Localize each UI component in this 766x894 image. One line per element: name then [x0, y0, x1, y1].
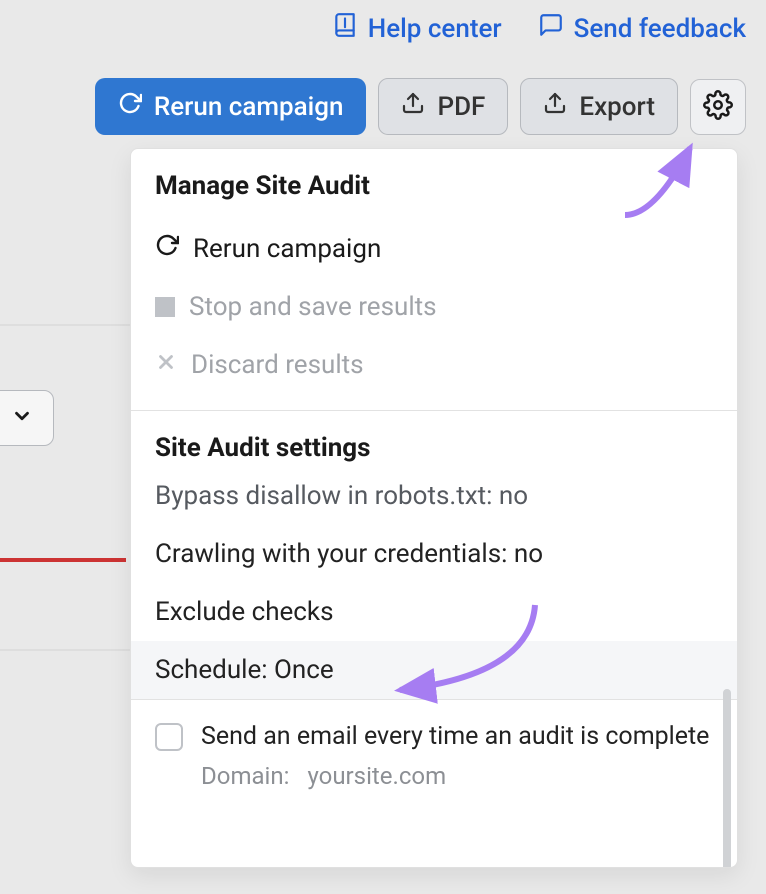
- export-button[interactable]: Export: [520, 78, 678, 135]
- setting-bypass-robots[interactable]: Bypass disallow in robots.txt: no: [131, 481, 737, 525]
- chevron-down-icon: [11, 405, 33, 431]
- export-label: Export: [579, 92, 655, 122]
- stop-save-label: Stop and save results: [189, 292, 437, 322]
- pdf-label: PDF: [437, 92, 485, 122]
- feedback-icon: [538, 12, 564, 45]
- setting-credentials[interactable]: Crawling with your credentials: no: [131, 525, 737, 583]
- domain-value: yoursite.com: [307, 762, 446, 790]
- discard-results-item: Discard results: [155, 336, 713, 394]
- manage-site-audit-title: Manage Site Audit: [155, 171, 713, 201]
- upload-icon: [543, 91, 567, 122]
- upload-icon: [401, 91, 425, 122]
- rerun-campaign-label: Rerun campaign: [154, 92, 344, 122]
- domain-label: Domain:: [201, 762, 289, 790]
- settings-button[interactable]: [690, 79, 746, 135]
- refresh-icon: [155, 233, 179, 264]
- stop-save-item: Stop and save results: [155, 278, 713, 336]
- close-icon: [155, 350, 177, 380]
- stop-icon: [155, 297, 175, 317]
- email-on-complete-label: Send an email every time an audit is com…: [201, 720, 709, 754]
- top-links: Help center Send feedback: [332, 12, 746, 45]
- settings-list: Bypass disallow in robots.txt: no Crawli…: [131, 481, 737, 867]
- settings-panel: Manage Site Audit Rerun campaign Stop an…: [130, 148, 738, 868]
- discard-results-label: Discard results: [191, 350, 364, 380]
- rerun-campaign-item-label: Rerun campaign: [193, 234, 381, 264]
- send-feedback-label: Send feedback: [574, 14, 746, 44]
- refresh-icon: [118, 91, 142, 122]
- rerun-campaign-button[interactable]: Rerun campaign: [95, 78, 367, 135]
- rerun-campaign-item[interactable]: Rerun campaign: [155, 219, 713, 278]
- decorative-redline: [0, 558, 126, 562]
- pdf-button[interactable]: PDF: [378, 78, 508, 135]
- help-center-link[interactable]: Help center: [332, 12, 502, 45]
- setting-schedule[interactable]: Schedule: Once: [131, 641, 737, 699]
- send-feedback-link[interactable]: Send feedback: [538, 12, 746, 45]
- site-audit-settings-title: Site Audit settings: [155, 433, 713, 463]
- book-icon: [332, 12, 358, 45]
- toolbar: Rerun campaign PDF Export: [95, 78, 746, 135]
- gear-icon: [703, 90, 733, 124]
- scrollbar[interactable]: [723, 689, 731, 868]
- background-dropdown[interactable]: [0, 390, 54, 446]
- help-center-label: Help center: [368, 14, 502, 44]
- email-on-complete-checkbox[interactable]: [155, 723, 183, 751]
- setting-exclude-checks[interactable]: Exclude checks: [131, 583, 737, 641]
